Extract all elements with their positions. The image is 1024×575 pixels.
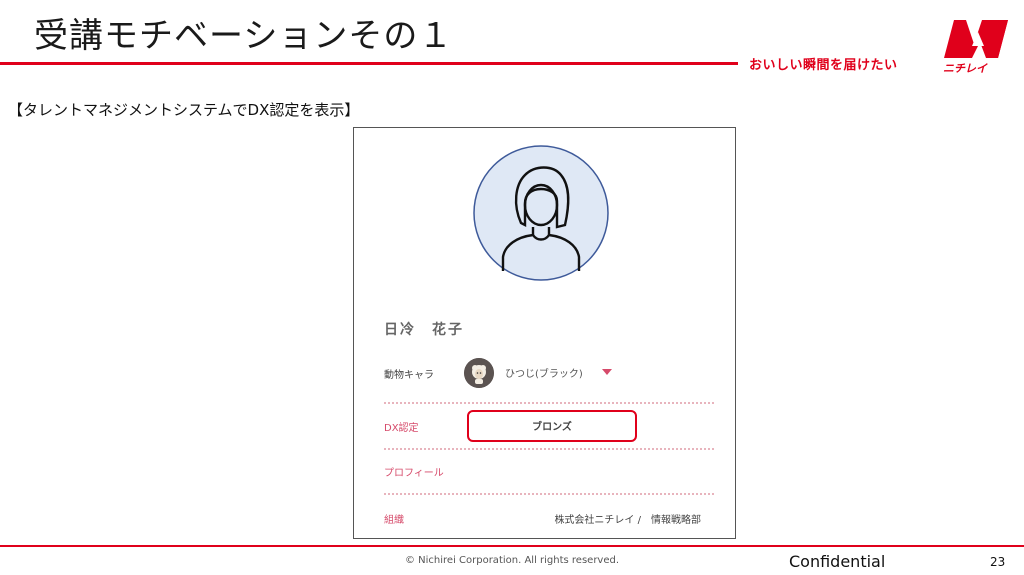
sheep-icon [464, 358, 494, 388]
row-divider [384, 402, 714, 404]
org-value: 株式会社ニチレイ / 情報戦略部 [554, 515, 701, 526]
logo-wordmark: ニチレイ [943, 62, 987, 75]
character-value: ひつじ(ブラック) [505, 369, 583, 380]
row-divider [384, 493, 714, 495]
dx-label: DX認定 [384, 423, 419, 434]
page-number: 23 [990, 555, 1006, 569]
section-heading: 【タレントマネジメントシステムでDX認定を表示】 [8, 101, 360, 119]
person-avatar-icon [473, 145, 609, 281]
character-label: 動物キャラ [384, 370, 434, 381]
caret-down-icon[interactable] [602, 369, 612, 375]
dx-badge-highlight: ブロンズ [467, 410, 637, 442]
profile-card: 日冷 花子 動物キャラ ひつじ(ブラック) DX認定 ブロンズ プロフィール 組… [353, 127, 736, 539]
dx-value: ブロンズ [532, 422, 572, 433]
profile-name: 日冷 花子 [384, 322, 464, 338]
brand-slogan: おいしい瞬間を届けたい [749, 58, 898, 73]
org-label: 組織 [384, 515, 404, 526]
confidential-label: Confidential [789, 552, 886, 571]
profile-label: プロフィール [384, 468, 444, 479]
title-rule [0, 62, 738, 65]
slide-title: 受講モチベーションその１ [34, 16, 454, 56]
row-divider [384, 448, 714, 450]
footer-rule [0, 545, 1024, 547]
